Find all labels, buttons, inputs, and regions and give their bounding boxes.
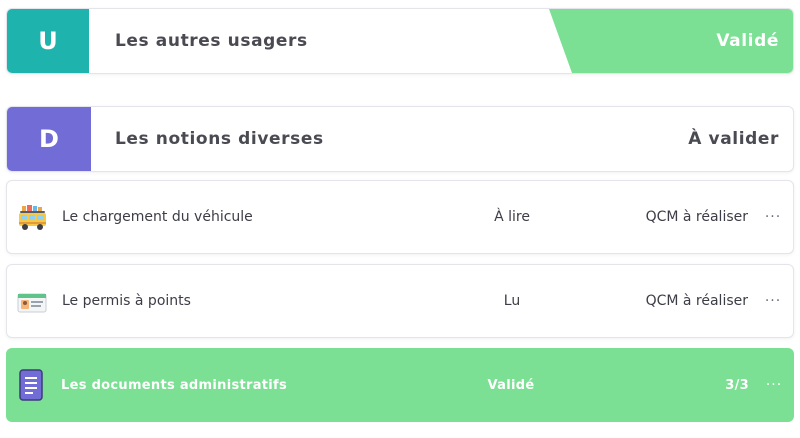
lesson-row[interactable]: Le permis à points Lu QCM à réaliser ··· [6,264,794,338]
lesson-quiz-score: 3/3 [725,377,749,393]
lesson-row-validated[interactable]: Les documents administratifs Validé 3/3 … [6,348,794,422]
id-card-icon [17,288,47,318]
more-options-icon[interactable]: ··· [761,181,785,253]
category-letter-badge: D [7,107,91,171]
category-status: À valider [688,129,779,149]
category-card-notions-diverses[interactable]: D Les notions diverses À valider [6,106,794,172]
more-options-icon[interactable]: ··· [762,348,786,422]
lesson-title: Le chargement du véhicule [62,209,253,225]
lesson-title: Le permis à points [62,293,191,309]
category-title: Les autres usagers [115,31,308,51]
more-options-icon[interactable]: ··· [761,265,785,337]
lesson-row[interactable]: Le chargement du véhicule À lire QCM à r… [6,180,794,254]
lesson-quiz-status: QCM à réaliser [645,209,748,225]
category-card-autres-usagers[interactable]: U Les autres usagers Validé [6,8,794,74]
lesson-title: Les documents administratifs [61,377,288,393]
lesson-status: Lu [503,293,521,309]
lesson-status: Validé [487,377,535,393]
document-icon [16,368,46,401]
bus-loaded-icon [17,204,47,234]
category-letter-badge: U [7,9,89,73]
lesson-quiz-status: QCM à réaliser [645,293,748,309]
category-status: Validé [716,31,779,51]
lesson-status: À lire [494,209,530,225]
category-title: Les notions diverses [115,129,324,149]
